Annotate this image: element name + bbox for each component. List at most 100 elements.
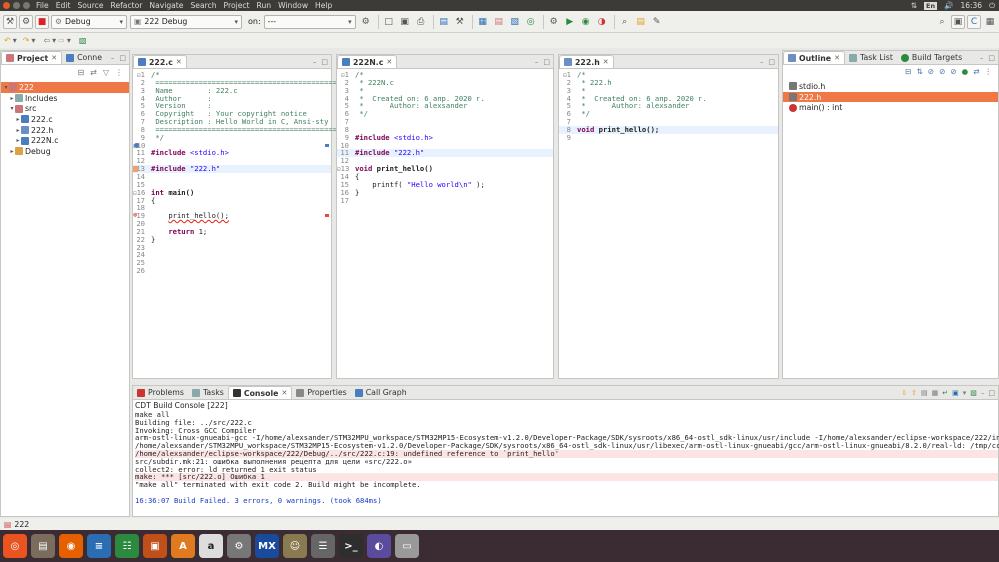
menu-run[interactable]: Run <box>257 1 272 10</box>
filter-icon[interactable]: ▽ <box>103 68 109 77</box>
close-icon[interactable]: ✕ <box>281 389 287 397</box>
terminal-view-icon[interactable]: ▤ <box>437 15 451 29</box>
link-editor-icon[interactable]: ⇄ <box>90 68 97 77</box>
chevron-down-icon[interactable]: ▾ <box>13 36 17 45</box>
files-icon[interactable]: ▤ <box>31 534 55 558</box>
perspective-debug-icon[interactable]: ▣ <box>951 14 965 29</box>
tree-item[interactable]: ▸ Debug <box>1 146 129 157</box>
stop-icon[interactable]: ■ <box>35 14 49 29</box>
external-tools-icon[interactable]: ◑ <box>595 15 609 29</box>
tree-item[interactable]: ▸ 222N.c <box>1 135 129 146</box>
new-c-project-icon[interactable]: ▦ <box>476 15 490 29</box>
calc-icon[interactable]: ☷ <box>115 534 139 558</box>
menu-edit[interactable]: Edit <box>56 1 71 10</box>
chevron-down-icon[interactable]: ▾ <box>52 36 56 45</box>
stm32cube-icon[interactable]: MX <box>255 534 279 558</box>
close-icon[interactable]: ✕ <box>51 54 57 62</box>
error-overview-mark[interactable] <box>325 214 329 218</box>
tree-item[interactable]: ▾ src <box>1 103 129 114</box>
scroll-lock-icon[interactable]: ⇩ <box>901 389 907 397</box>
launch-config-select[interactable]: ▣ 222 Debug ▾ <box>130 14 242 29</box>
power-icon[interactable]: ⏻ <box>989 1 995 11</box>
new-icon[interactable]: □ <box>382 15 396 29</box>
outline-item[interactable]: 222.h <box>783 91 998 103</box>
open-type-icon[interactable]: ▤ <box>634 15 648 29</box>
menu-refactor[interactable]: Refactor <box>111 1 143 10</box>
group-includes-icon[interactable]: ● <box>962 67 969 76</box>
build-config-select[interactable]: ⚙ Debug ▾ <box>51 14 127 29</box>
coverage-icon[interactable]: ◉ <box>579 15 593 29</box>
menu-help[interactable]: Help <box>315 1 332 10</box>
tab-properties[interactable]: Properties <box>292 386 350 399</box>
run-icon[interactable]: ▶ <box>563 15 577 29</box>
window-controls[interactable] <box>3 2 30 9</box>
minimize-icon[interactable]: – <box>111 54 115 62</box>
print-icon[interactable]: ⎙ <box>414 15 428 29</box>
chevron-down-icon[interactable]: ▾ <box>67 36 71 45</box>
tab-task-list[interactable]: Task List <box>845 51 897 64</box>
maximize-icon[interactable]: □ <box>321 58 328 66</box>
tab-call-graph[interactable]: Call Graph <box>351 386 411 399</box>
collapse-all-icon[interactable]: ⊟ <box>77 68 84 77</box>
firefox-icon[interactable]: ◉ <box>59 534 83 558</box>
volume-icon[interactable]: 🔊 <box>944 1 953 10</box>
tab-problems[interactable]: Problems <box>133 386 188 399</box>
calculator-icon[interactable]: ☰ <box>311 534 335 558</box>
hide-fields-icon[interactable]: ⊘ <box>928 67 934 76</box>
network-icon[interactable]: ⇅ <box>911 1 917 10</box>
build-settings-icon[interactable]: ⚙ <box>19 14 33 29</box>
software-icon[interactable]: A <box>171 534 195 558</box>
close-icon[interactable]: ✕ <box>386 58 392 66</box>
hide-static-icon[interactable]: ⊘ <box>939 67 945 76</box>
pin-console-icon[interactable]: ▦ <box>932 389 939 397</box>
view-menu-icon[interactable]: ⋮ <box>115 68 123 77</box>
editor-tab[interactable]: 222.h ✕ <box>559 55 614 68</box>
info-overview-mark[interactable] <box>325 143 329 147</box>
new-source-file-icon[interactable]: ▧ <box>508 15 522 29</box>
search-icon[interactable]: ⌕ <box>618 15 632 29</box>
pin-editor-icon[interactable]: ▧ <box>79 36 87 45</box>
menu-window[interactable]: Window <box>278 1 308 10</box>
target-settings-icon[interactable]: ⚙ <box>359 15 373 29</box>
tree-item[interactable]: ▾ 222 <box>1 82 129 93</box>
minimize-window-icon[interactable] <box>13 2 20 9</box>
close-icon[interactable]: ✕ <box>603 58 609 66</box>
tree-item[interactable]: ▸ Includes <box>1 93 129 104</box>
collapse-all-icon[interactable]: ⊟ <box>905 67 911 76</box>
minimize-icon[interactable]: – <box>760 58 764 66</box>
menu-file[interactable]: File <box>36 1 49 10</box>
code-area[interactable]: ⊟1/* 2 ==================================… <box>133 69 346 275</box>
tab-outline[interactable]: Outline ✕ <box>783 51 845 64</box>
tab-connections[interactable]: Conne <box>62 51 106 64</box>
perspective-c-icon[interactable]: C <box>967 14 981 29</box>
impress-icon[interactable]: ▣ <box>143 534 167 558</box>
maximize-icon[interactable]: □ <box>988 389 995 397</box>
minimize-icon[interactable]: – <box>980 54 984 62</box>
outline-item[interactable]: stdio.h <box>783 81 998 92</box>
debug-icon[interactable]: ⚙ <box>547 15 561 29</box>
chevron-down-icon[interactable]: ▾ <box>963 389 967 397</box>
tree-item[interactable]: ▸ 222.h <box>1 125 129 136</box>
display-console-icon[interactable]: ▣ <box>952 389 959 397</box>
toggle-mark-icon[interactable]: ✎ <box>650 15 664 29</box>
clear-console-icon[interactable]: ▤ <box>921 389 928 397</box>
word-wrap-icon[interactable]: ↵ <box>942 389 948 397</box>
build-all-icon[interactable]: ⚒ <box>453 15 467 29</box>
maximize-icon[interactable]: □ <box>119 54 126 62</box>
quick-access-icon[interactable]: ⌕ <box>935 15 949 29</box>
forward-history-icon[interactable]: ↷ <box>23 36 30 45</box>
eclipse-icon[interactable]: ◐ <box>367 534 391 558</box>
maximize-icon[interactable]: □ <box>768 58 775 66</box>
terminal-icon[interactable]: >_ <box>339 534 363 558</box>
tab-tasks[interactable]: Tasks <box>188 386 228 399</box>
new-source-folder-icon[interactable]: ▤ <box>492 15 506 29</box>
minimize-icon[interactable]: – <box>981 389 985 397</box>
ubuntu-icon[interactable]: ◎ <box>3 534 27 558</box>
new-console-icon[interactable]: ▧ <box>970 389 977 397</box>
close-icon[interactable]: ✕ <box>176 58 182 66</box>
close-icon[interactable]: ✕ <box>834 54 840 62</box>
maximize-window-icon[interactable] <box>23 2 30 9</box>
menu-source[interactable]: Source <box>77 1 103 10</box>
maximize-icon[interactable]: □ <box>988 54 995 62</box>
tab-build-targets[interactable]: Build Targets <box>897 51 966 64</box>
